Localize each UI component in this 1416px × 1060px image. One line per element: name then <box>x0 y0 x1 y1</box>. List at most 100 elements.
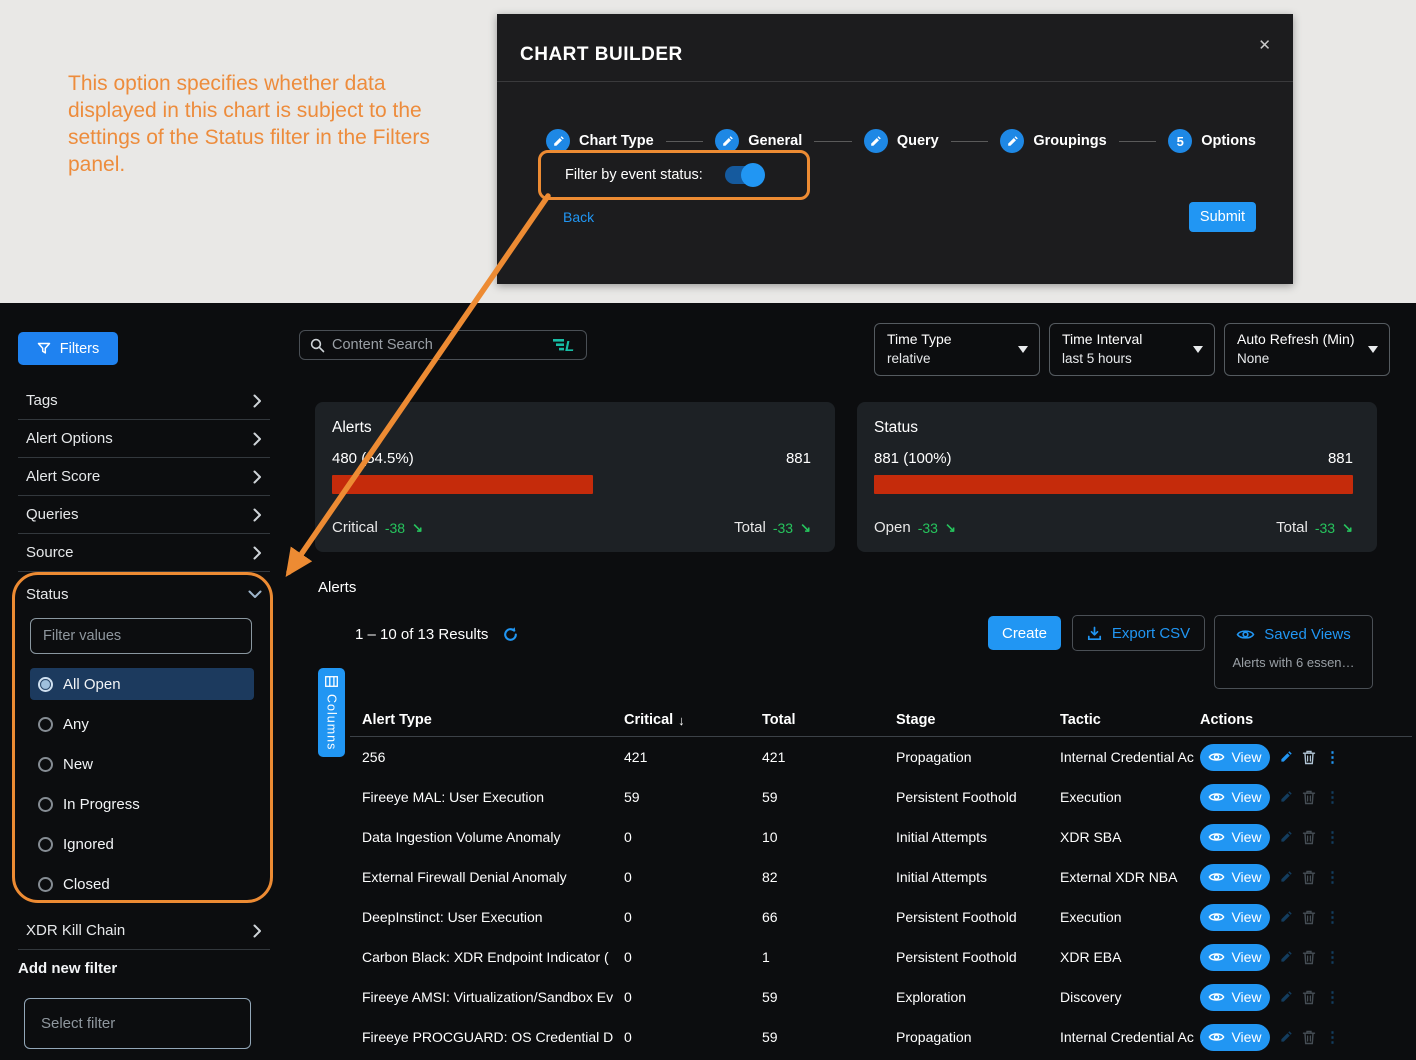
delete-icon[interactable] <box>1302 870 1316 885</box>
card-bar-fill <box>874 475 1353 494</box>
dropdown-value: relative <box>887 351 1029 366</box>
trend-delta: -38 <box>385 520 405 536</box>
dropdown-label: Time Interval <box>1062 331 1204 347</box>
edit-icon[interactable] <box>1279 870 1293 884</box>
status-option-any[interactable]: Any <box>30 704 254 744</box>
wizard-step-options[interactable]: 5Options <box>1168 129 1256 153</box>
sidebar-item-source[interactable]: Source <box>18 534 270 572</box>
chevron-right-icon <box>253 470 262 484</box>
actions-cell: View ⋮ <box>1200 1024 1416 1051</box>
search-icon <box>310 338 325 353</box>
edit-icon[interactable] <box>1279 750 1293 764</box>
status-option-all-open[interactable]: All Open <box>30 668 254 700</box>
more-actions-icon[interactable]: ⋮ <box>1325 1030 1340 1045</box>
content-search-input[interactable] <box>332 337 545 353</box>
edit-icon[interactable] <box>1279 910 1293 924</box>
edit-icon[interactable] <box>1279 950 1293 964</box>
sidebar-menu-more: XDR Kill Chain <box>0 912 300 950</box>
view-button[interactable]: View <box>1200 824 1270 851</box>
view-button-label: View <box>1231 829 1261 845</box>
edit-icon[interactable] <box>1279 1030 1293 1044</box>
view-button[interactable]: View <box>1200 1024 1270 1051</box>
sidebar-item-label: Source <box>26 544 74 561</box>
column-header-actions[interactable]: Actions <box>1200 712 1416 728</box>
lucene-filter-icon[interactable]: L <box>552 337 576 353</box>
sidebar-item-alert-options[interactable]: Alert Options <box>18 420 270 458</box>
topbar-dropdowns: Time Type relative Time Intervallast 5 hou… <box>874 323 1392 376</box>
more-actions-icon[interactable]: ⋮ <box>1325 790 1340 805</box>
cell-total: 10 <box>762 829 896 845</box>
more-actions-icon[interactable]: ⋮ <box>1325 830 1340 845</box>
cell-total: 82 <box>762 869 896 885</box>
create-button[interactable]: Create <box>988 616 1061 650</box>
submit-button[interactable]: Submit <box>1189 202 1256 232</box>
more-actions-icon[interactable]: ⋮ <box>1325 910 1340 925</box>
view-button[interactable]: View <box>1200 744 1270 771</box>
sidebar-item-status[interactable]: Status <box>26 579 262 609</box>
more-actions-icon[interactable]: ⋮ <box>1325 750 1340 765</box>
column-header-total[interactable]: Total <box>762 712 896 728</box>
dropdown-time-type[interactable]: Time Type relative <box>874 323 1040 376</box>
delete-icon[interactable] <box>1302 910 1316 925</box>
caret-down-icon <box>1018 346 1028 353</box>
event-status-toggle[interactable] <box>725 166 763 184</box>
dropdown-auto-refresh-min-[interactable]: Auto Refresh (Min)None <box>1224 323 1390 376</box>
card-left-trend: Open-33↘ <box>874 519 956 536</box>
content-search: L <box>299 330 587 360</box>
trend-label: Open <box>874 519 911 536</box>
edit-icon[interactable] <box>1279 990 1293 1004</box>
filters-button[interactable]: Filters <box>18 332 118 365</box>
delete-icon[interactable] <box>1302 1030 1316 1045</box>
delete-icon[interactable] <box>1302 950 1316 965</box>
delete-icon[interactable] <box>1302 790 1316 805</box>
sidebar-item-label: Tags <box>26 392 58 409</box>
status-option-new[interactable]: New <box>30 744 254 784</box>
edit-icon[interactable] <box>1279 830 1293 844</box>
sidebar-item-label: Queries <box>26 506 79 523</box>
column-header-tactic[interactable]: Tactic <box>1060 712 1200 728</box>
delete-icon[interactable] <box>1302 830 1316 845</box>
wizard-step-groupings[interactable]: Groupings <box>1000 129 1106 153</box>
view-button[interactable]: View <box>1200 904 1270 931</box>
status-filter-values-input[interactable] <box>30 618 252 654</box>
more-actions-icon[interactable]: ⋮ <box>1325 950 1340 965</box>
close-icon[interactable]: ✕ <box>1258 36 1271 54</box>
columns-button[interactable]: Columns <box>318 668 345 757</box>
status-option-ignored[interactable]: Ignored <box>30 824 254 864</box>
dropdown-label: Time Type <box>887 331 1029 347</box>
edit-icon[interactable] <box>1279 790 1293 804</box>
back-link[interactable]: Back <box>563 209 594 225</box>
select-filter-input[interactable] <box>24 998 251 1049</box>
sidebar-item-xdr-kill-chain[interactable]: XDR Kill Chain <box>18 912 270 950</box>
saved-views-button[interactable]: Saved Views <box>1215 626 1372 643</box>
view-button[interactable]: View <box>1200 864 1270 891</box>
trend-delta: -33 <box>918 520 938 536</box>
delete-icon[interactable] <box>1302 990 1316 1005</box>
refresh-icon[interactable] <box>502 626 519 643</box>
pencil-icon <box>1279 750 1293 764</box>
trash-icon <box>1302 750 1316 765</box>
saved-views-panel[interactable]: Saved Views Alerts with 6 essen… <box>1214 615 1373 689</box>
sidebar-item-tags[interactable]: Tags <box>18 382 270 420</box>
status-option-in-progress[interactable]: In Progress <box>30 784 254 824</box>
column-header-stage[interactable]: Stage <box>896 712 1060 728</box>
export-csv-button[interactable]: Export CSV <box>1072 615 1205 651</box>
delete-icon[interactable] <box>1302 750 1316 765</box>
column-header-critical[interactable]: Critical↓ <box>624 712 762 728</box>
column-header-alert-type[interactable]: Alert Type <box>362 712 624 728</box>
more-actions-icon[interactable]: ⋮ <box>1325 990 1340 1005</box>
wizard-step-query[interactable]: Query <box>864 129 939 153</box>
card-bar-track <box>874 475 1353 494</box>
sidebar-item-queries[interactable]: Queries <box>18 496 270 534</box>
more-actions-icon[interactable]: ⋮ <box>1325 870 1340 885</box>
cell-alert-type: Fireeye AMSI: Virtualization/Sandbox Ev <box>362 989 624 1005</box>
dropdown-time-interval[interactable]: Time Intervallast 5 hours <box>1049 323 1215 376</box>
view-button[interactable]: View <box>1200 984 1270 1011</box>
view-button[interactable]: View <box>1200 784 1270 811</box>
summary-cards: Alerts480 (54.5%)881Critical-38↘Total-33… <box>315 402 1377 552</box>
view-button[interactable]: View <box>1200 944 1270 971</box>
card-title: Status <box>874 419 1353 437</box>
status-option-closed[interactable]: Closed <box>30 864 254 904</box>
sidebar-item-alert-score[interactable]: Alert Score <box>18 458 270 496</box>
caret-down-icon <box>1193 346 1203 353</box>
